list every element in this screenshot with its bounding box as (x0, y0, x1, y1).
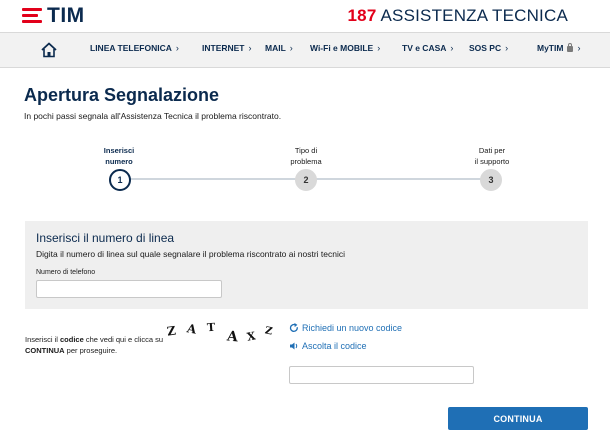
top-header: TIM 187 ASSISTENZA TECNICA (0, 0, 610, 32)
captcha-char: Z (166, 323, 177, 339)
page-subtitle: In pochi passi segnala all'Assistenza Te… (24, 111, 282, 121)
step-circle-2: 2 (295, 169, 317, 191)
line-number-title: Inserisci il numero di linea (36, 231, 175, 245)
step-circle-3: 3 (480, 169, 502, 191)
nav-item-linea-telefonica[interactable]: LINEA TELEFONICA › (90, 43, 179, 53)
phone-number-input[interactable] (36, 280, 222, 298)
nav-item-wifi-mobile[interactable]: Wi-Fi e MOBILE › (310, 43, 380, 53)
captcha-char: A (185, 321, 198, 337)
lock-icon (567, 43, 574, 52)
nav-item-internet[interactable]: INTERNET › (202, 43, 252, 53)
captcha-char: A (226, 328, 239, 346)
tim-logo[interactable]: TIM (22, 4, 85, 27)
listen-code-link[interactable]: Ascolta il codice (289, 341, 367, 351)
captcha-instructions: Inserisci il codice che vedi qui e clicc… (25, 335, 163, 355)
captcha-image: Z A T A X Z (163, 318, 283, 352)
continue-button[interactable]: CONTINUA (448, 407, 588, 430)
step-label-1: Inserisci numero (103, 146, 135, 166)
tim-logo-mark-icon (22, 8, 42, 24)
assist-label: ASSISTENZA TECNICA (380, 6, 568, 25)
phone-number-label: Numero di telefono (36, 269, 96, 276)
captcha-char: T (206, 320, 216, 335)
step-label-2: Tipo di problema (290, 146, 322, 166)
nav-item-mail[interactable]: MAIL › (265, 43, 293, 53)
speaker-icon (290, 342, 298, 350)
logo-text: TIM (47, 4, 85, 27)
captcha-char: Z (263, 325, 274, 338)
nav-item-mytim[interactable]: MyTIM › (537, 43, 580, 53)
page-title: Apertura Segnalazione (24, 85, 220, 105)
refresh-icon (289, 323, 298, 332)
step-label-3: Dati per il supporto (474, 146, 510, 166)
line-number-description: Digita il numero di linea sul quale segn… (36, 249, 345, 259)
captcha-code-input[interactable] (289, 366, 474, 384)
main-nav: LINEA TELEFONICA › INTERNET › MAIL › Wi-Fi … (0, 32, 610, 68)
step-circle-1: 1 (109, 169, 131, 191)
nav-item-tv-casa[interactable]: TV e CASA › (402, 43, 453, 53)
request-new-code-link[interactable]: Richiedi un nuovo codice (289, 323, 402, 333)
assist-number: 187 (347, 6, 377, 25)
nav-item-sos-pc[interactable]: SOS PC › (469, 43, 508, 53)
captcha-char: X (245, 329, 257, 344)
home-icon[interactable] (40, 41, 58, 59)
assistenza-tecnica-heading: 187 ASSISTENZA TECNICA (348, 7, 568, 25)
line-number-panel: Inserisci il numero di linea Digita il n… (25, 221, 588, 309)
